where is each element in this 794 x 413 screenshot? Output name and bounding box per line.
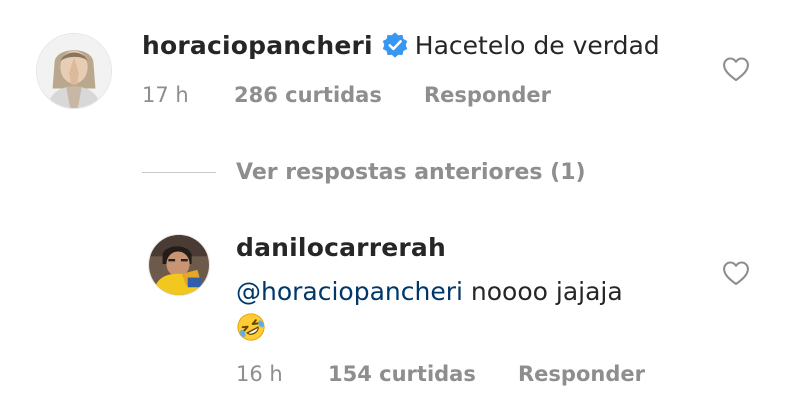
comment-horaciopancheri: horaciopancheri Hacetelo de verdad 17 h 28… bbox=[0, 0, 794, 140]
comment-username[interactable]: horaciopancheri bbox=[142, 31, 373, 60]
view-previous-replies-label[interactable]: Ver respostas anteriores (1) bbox=[236, 157, 586, 189]
avatar-danilocarrerah[interactable] bbox=[148, 234, 210, 296]
comment-username[interactable]: danilocarrerah bbox=[236, 233, 446, 262]
comment-meta: 16 h 154 curtidas Responder bbox=[236, 360, 645, 388]
replies-divider-line bbox=[142, 172, 216, 173]
comment-text: Hacetelo de verdad bbox=[414, 31, 660, 60]
avatar-photo bbox=[37, 34, 111, 108]
comment-time: 17 h bbox=[142, 83, 189, 107]
comment-meta: 17 h 286 curtidas Responder bbox=[142, 81, 551, 109]
reply-button[interactable]: Responder bbox=[424, 81, 551, 109]
like-heart-icon[interactable] bbox=[722, 260, 750, 286]
comment-time: 16 h bbox=[236, 362, 283, 386]
comment-likes[interactable]: 154 curtidas bbox=[328, 360, 518, 388]
comment-body: horaciopancheri Hacetelo de verdad bbox=[142, 30, 660, 62]
mention-link[interactable]: @horaciopancheri bbox=[236, 277, 463, 306]
verified-badge-icon bbox=[381, 31, 409, 59]
like-heart-icon[interactable] bbox=[722, 56, 750, 82]
reply-button[interactable]: Responder bbox=[518, 360, 645, 388]
comment-emoji-line bbox=[236, 312, 266, 350]
rolling-on-floor-laughing-icon bbox=[236, 312, 266, 342]
comment-text: noooo jajaja bbox=[462, 277, 623, 306]
comment-body: danilocarrerah bbox=[236, 232, 446, 264]
comment-likes[interactable]: 286 curtidas bbox=[234, 81, 424, 109]
comment-text-line: @horaciopancheri noooo jajaja bbox=[236, 276, 623, 308]
avatar-horaciopancheri[interactable] bbox=[36, 33, 112, 109]
comment-danilocarrerah: danilocarrerah @horaciopancheri noooo ja… bbox=[0, 220, 794, 413]
avatar-photo bbox=[149, 235, 209, 295]
